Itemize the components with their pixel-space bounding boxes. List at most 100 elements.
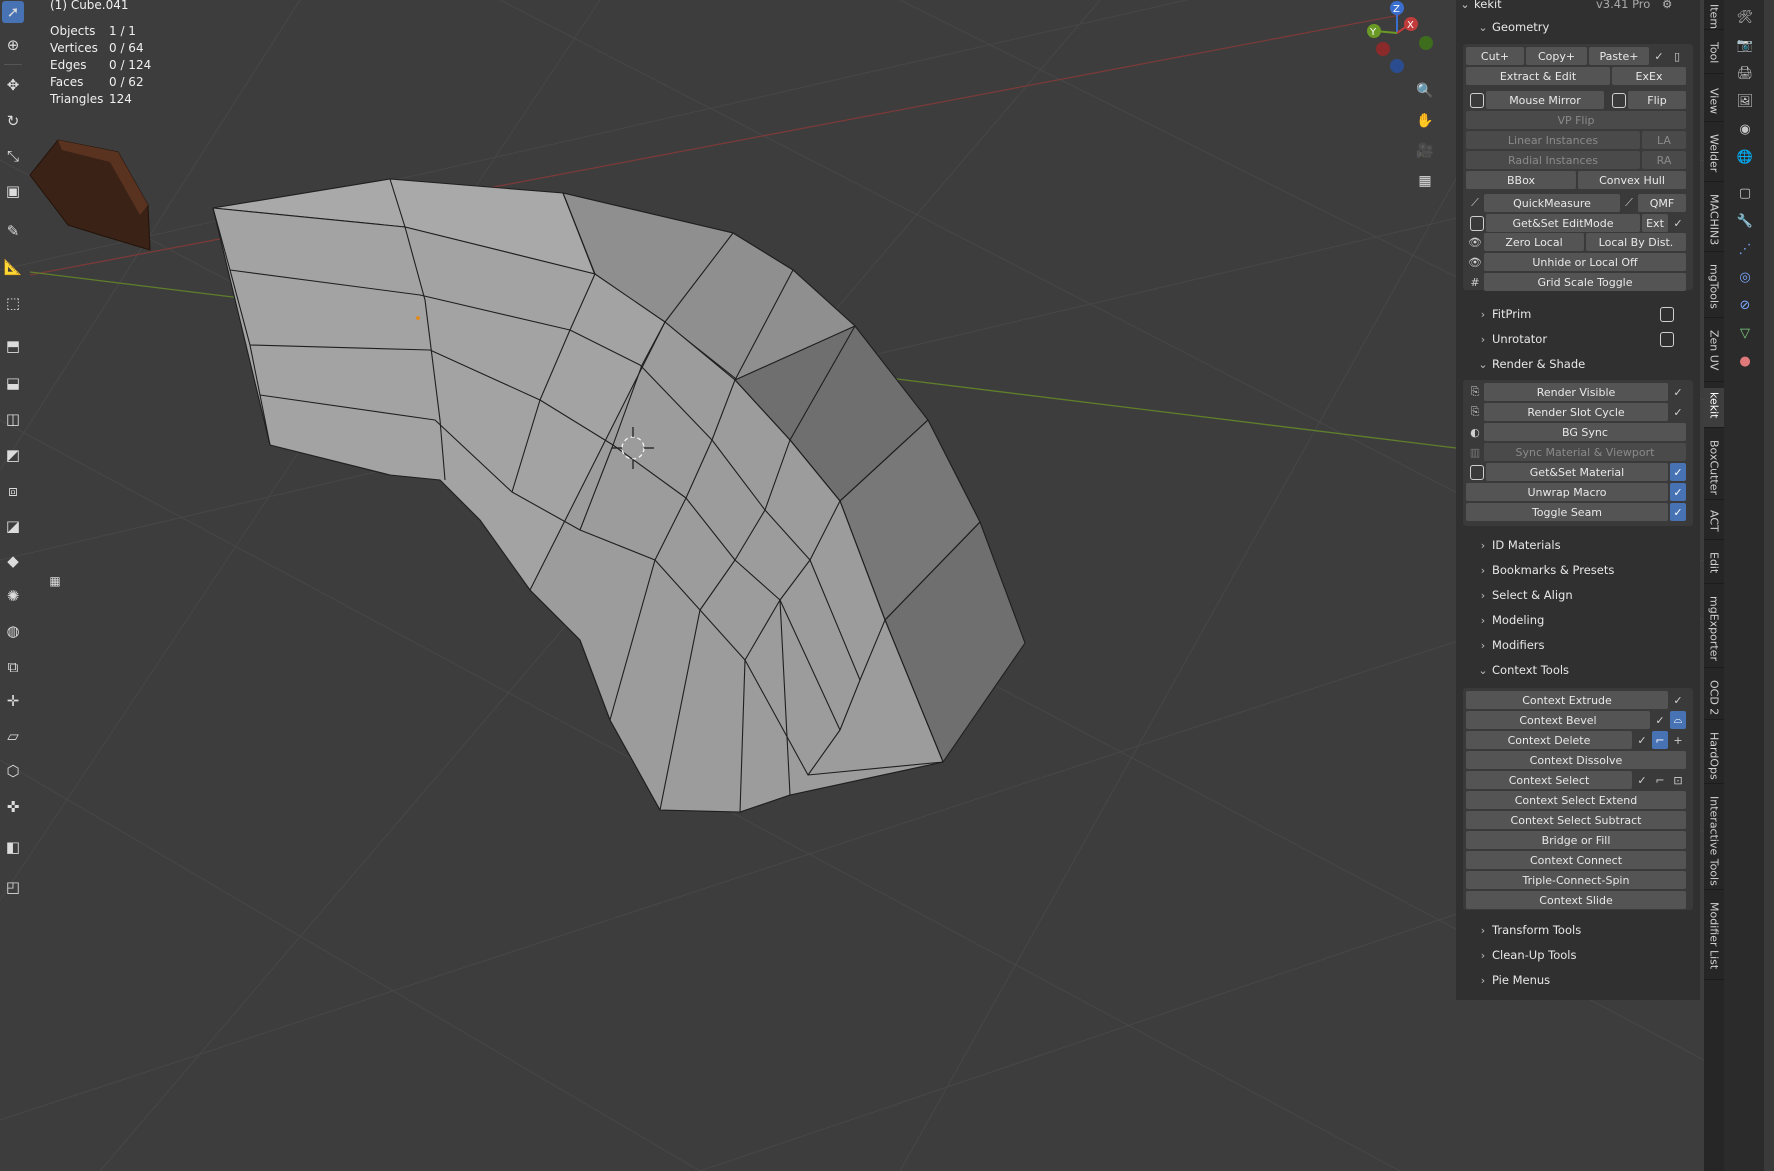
section-modifiers[interactable]: › Modifiers	[1456, 633, 1700, 657]
transform-tool-icon[interactable]: ▣	[2, 180, 24, 202]
checkmark-icon[interactable]: ✓	[1670, 691, 1686, 709]
tab-hardops[interactable]: HardOps	[1704, 728, 1724, 784]
mouse-icon[interactable]: ▯	[1668, 47, 1686, 65]
node-icon[interactable]: ⌐	[1652, 771, 1668, 789]
section-bookmarks[interactable]: › Bookmarks & Presets	[1456, 558, 1700, 582]
tab-act[interactable]: ACT	[1704, 506, 1724, 540]
context-select-extend-button[interactable]: Context Select Extend	[1466, 791, 1686, 809]
hardops-tool-icon[interactable]: ◧	[2, 836, 24, 858]
boxcutter-tool-icon[interactable]: ✜	[2, 796, 24, 818]
navigation-gizmo[interactable]: Z X Y	[1350, 0, 1450, 78]
scene-icon[interactable]: ◉	[1734, 118, 1756, 140]
ext-button[interactable]: Ext	[1642, 214, 1668, 232]
ra-button[interactable]: RA	[1642, 151, 1686, 169]
section-render-shade[interactable]: ⌄ Render & Shade	[1456, 352, 1700, 376]
scale-tool-icon[interactable]: ⤡	[2, 145, 24, 167]
object-properties-icon[interactable]: ▢	[1734, 182, 1756, 204]
move-tool-icon[interactable]: ✥	[2, 74, 24, 96]
cut-plus-button[interactable]: Cut+	[1466, 47, 1524, 65]
tab-welder[interactable]: Welder	[1704, 130, 1724, 182]
getset-editmode-toggle[interactable]	[1470, 216, 1484, 231]
3d-viewport[interactable]: (1) Cube.041 Objects 1 / 1 Vertices 0 / 64…	[0, 0, 1704, 1171]
checkmark-icon[interactable]: ✓	[1670, 503, 1686, 521]
modifier-wrench-icon[interactable]: 🔧	[1734, 210, 1756, 232]
mouse-mirror-button[interactable]: Mouse Mirror	[1486, 91, 1604, 109]
tab-kekit[interactable]: kekit	[1704, 388, 1724, 428]
context-dissolve-button[interactable]: Context Dissolve	[1466, 751, 1686, 769]
section-transform-tools[interactable]: › Transform Tools	[1456, 918, 1700, 942]
linear-instances-button[interactable]: Linear Instances	[1466, 131, 1640, 149]
section-geometry[interactable]: ⌄ Geometry	[1456, 15, 1700, 39]
shear-tool-icon[interactable]: ▱	[2, 725, 24, 747]
output-properties-icon[interactable]: 🖨	[1734, 62, 1756, 84]
edge-slide-tool-icon[interactable]: ⧉	[2, 656, 24, 678]
section-fitprim[interactable]: › FitPrim	[1456, 302, 1700, 326]
vp-flip-button[interactable]: VP Flip	[1466, 111, 1686, 129]
quickmeasure-button[interactable]: QuickMeasure	[1484, 194, 1620, 212]
section-context-tools[interactable]: ⌄ Context Tools	[1456, 658, 1700, 682]
context-connect-button[interactable]: Context Connect	[1466, 851, 1686, 869]
particles-icon[interactable]: ⋰	[1734, 238, 1756, 260]
mouse-mirror-toggle[interactable]	[1470, 93, 1484, 108]
rotate-tool-icon[interactable]: ↻	[2, 110, 24, 132]
getset-material-toggle[interactable]	[1470, 465, 1484, 480]
section-select-align[interactable]: › Select & Align	[1456, 583, 1700, 607]
tab-view[interactable]: View	[1704, 84, 1724, 122]
plus-icon[interactable]: +	[1670, 731, 1686, 749]
la-button[interactable]: LA	[1642, 131, 1686, 149]
unwrap-macro-button[interactable]: Unwrap Macro	[1466, 483, 1668, 501]
checkmark-icon[interactable]: ✓	[1634, 771, 1650, 789]
bridge-fill-button[interactable]: Bridge or Fill	[1466, 831, 1686, 849]
tab-tool[interactable]: Tool	[1704, 38, 1724, 74]
checkmark-icon[interactable]: ✓	[1652, 711, 1668, 729]
context-bevel-button[interactable]: Context Bevel	[1466, 711, 1650, 729]
measure-tool-icon[interactable]: 📐	[2, 256, 24, 278]
context-select-button[interactable]: Context Select	[1466, 771, 1632, 789]
inset-tool-icon[interactable]: ◫	[2, 408, 24, 430]
zero-local-button[interactable]: Zero Local	[1484, 233, 1584, 251]
bbox-button[interactable]: BBox	[1466, 171, 1576, 189]
tab-edit[interactable]: Edit	[1704, 548, 1724, 584]
section-cleanup-tools[interactable]: › Clean-Up Tools	[1456, 943, 1700, 967]
node-icon[interactable]: ⌐	[1652, 731, 1668, 749]
material-icon[interactable]: ●	[1734, 350, 1756, 372]
world-icon[interactable]: 🌐	[1734, 146, 1756, 168]
radial-instances-button[interactable]: Radial Instances	[1466, 151, 1640, 169]
section-unrotator[interactable]: › Unrotator	[1456, 327, 1700, 351]
section-id-materials[interactable]: › ID Materials	[1456, 533, 1700, 557]
physics-icon[interactable]: ◎	[1734, 266, 1756, 288]
checkmark-icon[interactable]: ✓	[1670, 214, 1686, 232]
checkmark-icon[interactable]: ✓	[1670, 383, 1686, 401]
select-option-icon[interactable]: ⊡	[1670, 771, 1686, 789]
extrude-tool-icon[interactable]: ⬒	[2, 335, 24, 357]
tab-item[interactable]: Item	[1704, 0, 1724, 30]
poly-build-tool-icon[interactable]: ◆	[2, 550, 24, 572]
render-visible-button[interactable]: Render Visible	[1484, 383, 1668, 401]
constraints-icon[interactable]: ⊘	[1734, 294, 1756, 316]
section-pie-menus[interactable]: › Pie Menus	[1456, 968, 1700, 992]
grid-scale-toggle-button[interactable]: Grid Scale Toggle	[1484, 273, 1686, 291]
extrude-region-tool-icon[interactable]: ⬓	[2, 372, 24, 394]
context-delete-button[interactable]: Context Delete	[1466, 731, 1632, 749]
checkmark-icon[interactable]: ✓	[1670, 403, 1686, 421]
sculpt-brush-tool-icon[interactable]: ◰	[2, 876, 24, 898]
checkmark-icon[interactable]: ✓	[1651, 47, 1667, 65]
loop-cut-tool-icon[interactable]: ⧈	[2, 480, 24, 502]
getset-material-button[interactable]: Get&Set Material	[1486, 463, 1668, 481]
tab-boxcutter[interactable]: BoxCutter	[1704, 436, 1724, 500]
tab-interactive-tools[interactable]: Interactive Tools	[1704, 792, 1724, 890]
render-properties-icon[interactable]: 📷	[1734, 34, 1756, 56]
getset-editmode-button[interactable]: Get&Set EditMode	[1486, 214, 1640, 232]
render-slot-cycle-button[interactable]: Render Slot Cycle	[1484, 403, 1668, 421]
bg-sync-button[interactable]: BG Sync	[1484, 423, 1686, 441]
addon-header[interactable]: ⌄ kekit v3.41 Pro ⚙	[1456, 0, 1700, 16]
context-extrude-button[interactable]: Context Extrude	[1466, 691, 1668, 709]
pan-hand-icon[interactable]: ✋	[1413, 109, 1437, 133]
qmf-button[interactable]: QMF	[1638, 194, 1686, 212]
copy-plus-button[interactable]: Copy+	[1526, 47, 1587, 65]
rip-region-tool-icon[interactable]: ⬡	[2, 760, 24, 782]
unhide-local-off-button[interactable]: Unhide or Local Off	[1484, 253, 1686, 271]
local-by-dist-button[interactable]: Local By Dist.	[1586, 233, 1686, 251]
tab-mgexporter[interactable]: mgExporter	[1704, 592, 1724, 668]
select-box-tool-icon[interactable]: ➚	[2, 1, 24, 23]
